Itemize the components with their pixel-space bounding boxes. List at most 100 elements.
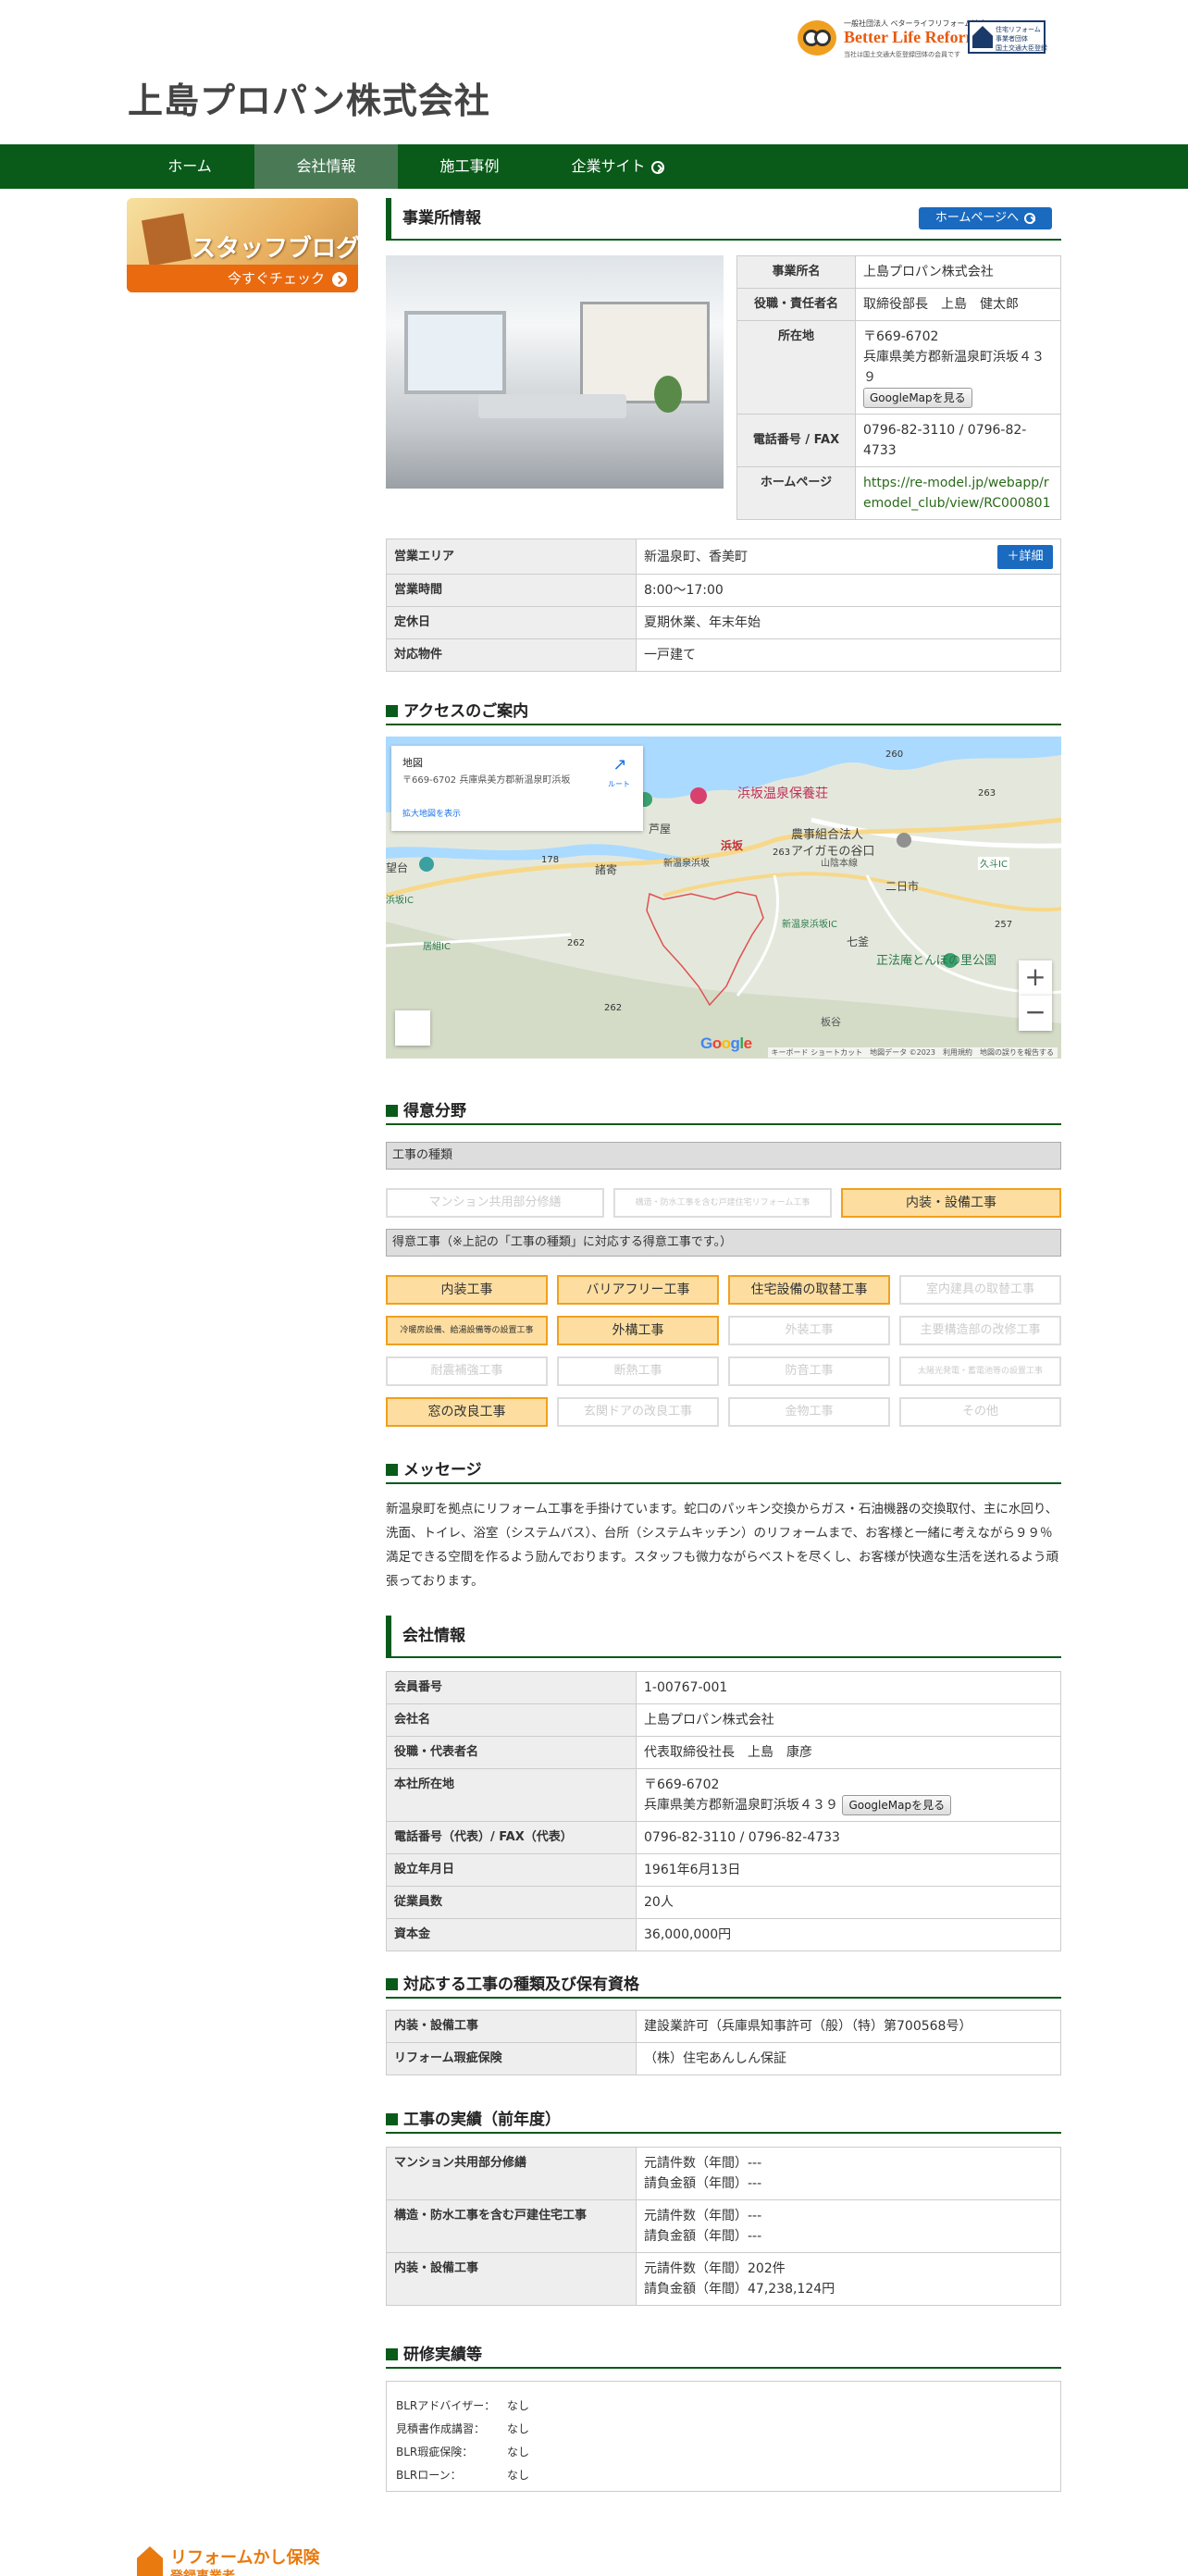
registered-badge[interactable]: 住宅リフォーム 事業者団体 国土交通大臣登録 bbox=[968, 20, 1047, 54]
hq-postal-code: 〒669-6702 bbox=[644, 1777, 720, 1792]
table-row: ホームページ https://re-model.jp/webapp/remodel… bbox=[736, 466, 1061, 520]
photo-display-wall bbox=[580, 302, 710, 403]
homepage-button[interactable]: ホームページへ bbox=[919, 207, 1052, 229]
table-row: 内装・設備工事 元請件数（年間）202件 請負金額（年間）47,238,124円 bbox=[386, 2252, 1061, 2306]
company-table: 会員番号 1-00767-001 会社名 上島プロパン株式会社 役職・代表者名 代表取… bbox=[386, 1671, 1061, 1951]
map-label-hamasaka-onsen: 浜坂温泉保養荘 bbox=[737, 786, 828, 801]
blr-note: 当社は国土交通大臣登録団体の会員です bbox=[844, 51, 960, 58]
row-label: 事業所名 bbox=[736, 255, 856, 289]
reform-insurance-logo[interactable]: リフォームかし保険 登録事業者 bbox=[137, 2543, 340, 2576]
external-link-icon bbox=[1024, 212, 1036, 224]
street-view-button[interactable] bbox=[395, 1010, 430, 1046]
directions-label[interactable]: ルート bbox=[608, 779, 630, 789]
results-table: マンション共用部分修繕 元請件数（年間）--- 請負金額（年間）--- 構造・防水工… bbox=[386, 2147, 1061, 2306]
row-label: 構造・防水工事を含む戸建住宅工事 bbox=[386, 2199, 637, 2253]
office-info-title: 事業所情報 bbox=[402, 209, 481, 228]
detail-button[interactable]: ＋詳細 bbox=[997, 545, 1053, 569]
table-row: 営業エリア 新温泉町、香美町 ＋詳細 bbox=[386, 539, 1061, 575]
directions-icon[interactable]: ↗ bbox=[610, 755, 630, 775]
hq-phone: 0796-82-3110 / 0796-82-4733 bbox=[636, 1821, 1061, 1854]
map-road-262: 262 bbox=[567, 938, 585, 948]
specialty-heading: 得意分野 bbox=[386, 1099, 1061, 1125]
row-label: 営業エリア bbox=[386, 539, 637, 575]
representative: 代表取締役社長 上島 康彦 bbox=[636, 1736, 1061, 1769]
map-label-hamasaka-ic: 浜坂IC bbox=[386, 895, 414, 906]
square-bullet-icon bbox=[386, 2348, 398, 2360]
badge-line-1: 住宅リフォーム bbox=[996, 26, 1041, 33]
google-map[interactable]: 浜坂温泉保養荘 農事組合法人 アイガモの谷口 浜坂 二日市 七釜 正法庵とんぼの… bbox=[386, 737, 1061, 1059]
table-row: 本社所在地 〒669-6702 兵庫県美方郡新温泉町浜坂４３９ GoogleMapを… bbox=[386, 1768, 1061, 1822]
chip-interior-fittings: 室内建具の取替工事 bbox=[899, 1275, 1061, 1305]
chip-other: その他 bbox=[899, 1397, 1061, 1427]
chip-seismic: 耐震補強工事 bbox=[386, 1356, 548, 1386]
map-label-ic: 新温泉浜坂IC bbox=[782, 918, 837, 930]
banner-cta: 今すぐチェック bbox=[127, 265, 358, 292]
square-bullet-icon bbox=[386, 2113, 398, 2125]
construction-license: 建設業許可（兵庫県知事許可（般）（特）第700568号） bbox=[636, 2010, 1061, 2043]
table-row: 営業時間 8:00～17:00 bbox=[386, 574, 1061, 607]
homepage-link[interactable]: https://re-model.jp/webapp/remodel_club/… bbox=[855, 466, 1061, 520]
row-label: 電話番号（代表）/ FAX（代表） bbox=[386, 1821, 637, 1854]
square-bullet-icon bbox=[386, 705, 398, 717]
map-label-ashiya: 芦屋 bbox=[649, 823, 671, 836]
map-attribution[interactable]: キーボード ショートカット 地図データ ©2023 利用規約 地図の誤りを報告す… bbox=[767, 1047, 1058, 1058]
training-label: BLRローン： bbox=[396, 2469, 462, 2482]
table-row: 設立年月日 1961年6月13日 bbox=[386, 1853, 1061, 1887]
square-bullet-icon bbox=[386, 1464, 398, 1476]
map-road-262b: 262 bbox=[604, 1003, 622, 1013]
training-title: 研修実績等 bbox=[403, 2346, 482, 2364]
map-label-park: 正法庵とんぼの里公園 bbox=[876, 953, 996, 968]
chip-entrance-door: 玄関ドアの改良工事 bbox=[557, 1397, 719, 1427]
googlemap-button[interactable]: GoogleMapを見る bbox=[863, 388, 972, 408]
result-amount: 請負金額（年間）47,238,124円 bbox=[644, 2282, 835, 2297]
office-address: 兵庫県美方郡新温泉町浜坂４３９ bbox=[863, 350, 1045, 385]
result-cell: 元請件数（年間）202件 請負金額（年間）47,238,124円 bbox=[636, 2252, 1061, 2306]
training-heading: 研修実績等 bbox=[386, 2343, 1061, 2369]
chip-structure-waterproof: 構造・防水工事を含む戸建住宅リフォーム工事 bbox=[613, 1188, 832, 1218]
table-row: 内装・設備工事 建設業許可（兵庫県知事許可（般）（特）第700568号） bbox=[386, 2010, 1061, 2043]
row-label: 対応物件 bbox=[386, 638, 637, 672]
row-label: 定休日 bbox=[386, 606, 637, 639]
business-area-cell: 新温泉町、香美町 ＋詳細 bbox=[636, 539, 1061, 575]
main-nav: ホーム 会社情報 施工事例 企業サイト bbox=[0, 144, 1188, 189]
nav-home[interactable]: ホーム bbox=[125, 144, 254, 189]
photo-desk bbox=[478, 394, 626, 418]
books-illustration bbox=[142, 213, 192, 266]
nav-company-info[interactable]: 会社情報 bbox=[254, 144, 398, 189]
office-info-table: 事業所名 上島プロパン株式会社 役職・責任者名 取締役部長 上島 健太郎 所在地 〒6… bbox=[736, 255, 1061, 520]
nav-works[interactable]: 施工事例 bbox=[398, 144, 541, 189]
map-label-hamasaka: 浜坂 bbox=[721, 838, 744, 852]
zoom-out-button[interactable]: − bbox=[1019, 996, 1052, 1031]
googlemap-button[interactable]: GoogleMapを見る bbox=[842, 1795, 952, 1815]
training-value: なし bbox=[507, 2446, 530, 2458]
capital: 36,000,000円 bbox=[636, 1918, 1061, 1951]
map-larger-link[interactable]: 拡大地図を表示 bbox=[402, 807, 461, 819]
map-label-shichikama: 七釜 bbox=[847, 935, 869, 948]
nav-corporate-site[interactable]: 企業サイト bbox=[541, 144, 694, 189]
chip-mansion-repair: マンション共用部分修繕 bbox=[386, 1188, 604, 1218]
row-label: マンション共用部分修繕 bbox=[386, 2147, 637, 2200]
row-label: リフォーム瑕疵保険 bbox=[386, 2042, 637, 2075]
row-label: 本社所在地 bbox=[386, 1768, 637, 1822]
chip-insulation: 断熱工事 bbox=[557, 1356, 719, 1386]
specialty-title: 得意分野 bbox=[403, 1102, 466, 1121]
training-value: なし bbox=[507, 2399, 530, 2412]
row-label: 会員番号 bbox=[386, 1671, 637, 1704]
photo-plant bbox=[654, 376, 682, 413]
table-row: 電話番号 / FAX 0796-82-3110 / 0796-82-4733 bbox=[736, 414, 1061, 467]
licenses-title: 対応する工事の種類及び保有資格 bbox=[403, 1975, 639, 1994]
blr-logo[interactable]: 一般社団法人 ベターライフリフォーム協会 Better Life Reform … bbox=[798, 17, 986, 58]
office-name: 上島プロパン株式会社 bbox=[855, 255, 1061, 289]
site-title[interactable]: 上島プロパン株式会社 bbox=[128, 72, 490, 123]
staff-blog-banner[interactable]: スタッフブログ 今すぐチェック bbox=[127, 198, 358, 292]
chip-exterior: 外装工事 bbox=[728, 1316, 890, 1345]
chip-housing-equipment: 住宅設備の取替工事 bbox=[728, 1275, 890, 1305]
chip-hvac: 冷暖房設備、給湯設備等の設置工事 bbox=[386, 1316, 548, 1345]
zoom-in-button[interactable]: + bbox=[1019, 960, 1052, 996]
row-label: 従業員数 bbox=[386, 1886, 637, 1919]
map-road-257: 257 bbox=[995, 920, 1012, 930]
row-label: 所在地 bbox=[736, 320, 856, 415]
map-road-178: 178 bbox=[541, 855, 559, 865]
square-bullet-icon bbox=[386, 1978, 398, 1990]
licenses-heading: 対応する工事の種類及び保有資格 bbox=[386, 1973, 1061, 1999]
